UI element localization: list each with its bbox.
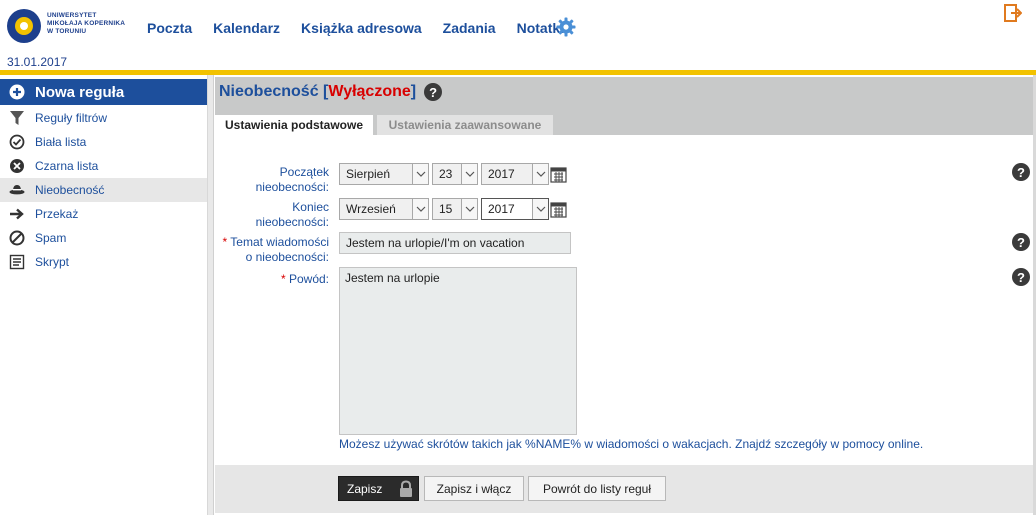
sidebar-item-vacation[interactable]: Nieobecność bbox=[0, 178, 207, 202]
script-icon bbox=[9, 254, 25, 270]
chevron-down-icon bbox=[532, 199, 548, 219]
subject-input[interactable]: Jestem na urlopie/I'm on vacation bbox=[339, 232, 571, 254]
page-title: Nieobecność bbox=[219, 83, 319, 100]
sidebar-item-label: Przekaż bbox=[35, 207, 79, 221]
x-circle-icon bbox=[9, 158, 25, 174]
status-badge: Wyłączone bbox=[328, 83, 411, 100]
sidebar-item-label: Nieobecność bbox=[35, 183, 105, 197]
status-bracket-open: [ bbox=[318, 83, 329, 100]
check-circle-icon bbox=[9, 134, 25, 150]
start-day-select[interactable]: 23 bbox=[432, 163, 478, 185]
forbidden-icon bbox=[9, 230, 25, 246]
save-and-enable-button[interactable]: Zapisz i włącz bbox=[424, 476, 524, 501]
logo-line-2: MIKOŁAJA KOPERNIKA bbox=[47, 20, 126, 27]
page-title-bar: Nieobecność [ Wyłączone ] ? bbox=[215, 77, 1033, 107]
logout-icon[interactable] bbox=[1004, 4, 1022, 22]
end-day-select[interactable]: 15 bbox=[432, 198, 478, 220]
end-month-value: Wrzesień bbox=[346, 202, 396, 216]
vacation-hat-icon bbox=[9, 182, 25, 198]
nav-poczta[interactable]: Poczta bbox=[147, 20, 192, 36]
help-icon[interactable]: ? bbox=[1012, 163, 1030, 181]
start-month-value: Sierpień bbox=[346, 167, 391, 181]
subject-label: * Temat wiadomości o nieobecności: bbox=[215, 235, 330, 265]
help-icon[interactable]: ? bbox=[424, 83, 443, 101]
sidebar-item-whitelist[interactable]: Biała lista bbox=[0, 130, 207, 154]
sidebar-resize-handle[interactable] bbox=[208, 75, 214, 515]
sidebar-item-label: Czarna lista bbox=[35, 159, 99, 173]
sidebar-item-label: Biała lista bbox=[35, 135, 87, 149]
nav-zadania[interactable]: Zadania bbox=[443, 20, 496, 36]
save-button[interactable]: Zapisz bbox=[338, 476, 419, 501]
start-year-value: 2017 bbox=[488, 167, 515, 181]
chevron-down-icon bbox=[412, 164, 428, 184]
logo-line-3: W TORUNIU bbox=[47, 28, 87, 35]
sidebar: Nowa reguła Reguły filtrów Biała lista C… bbox=[0, 75, 208, 515]
sidebar-item-script[interactable]: Skrypt bbox=[0, 250, 207, 274]
start-year-select[interactable]: 2017 bbox=[481, 163, 549, 185]
reason-label: * Powód: bbox=[215, 272, 329, 287]
end-year-value: 2017 bbox=[488, 202, 515, 216]
status-bracket-close: ] bbox=[410, 83, 417, 100]
arrow-right-icon bbox=[9, 206, 25, 222]
reason-textarea[interactable]: Jestem na urlopie bbox=[339, 267, 577, 435]
help-icon[interactable]: ? bbox=[1012, 268, 1030, 286]
start-date-label-line-1: Początek bbox=[279, 165, 329, 179]
new-rule-button[interactable]: Nowa reguła bbox=[0, 79, 207, 105]
required-marker: * bbox=[280, 272, 286, 286]
end-year-select[interactable]: 2017 bbox=[481, 198, 549, 220]
app-header: UNIWERSYTET MIKOŁAJA KOPERNIKA W TORUNIU… bbox=[0, 0, 1036, 70]
chevron-down-icon bbox=[412, 199, 428, 219]
subject-label-text-1: Temat wiadomości bbox=[230, 235, 329, 249]
calendar-icon[interactable] bbox=[550, 201, 567, 218]
tab-advanced-settings[interactable]: Ustawienia zaawansowane bbox=[377, 115, 553, 135]
sidebar-item-forward[interactable]: Przekaż bbox=[0, 202, 207, 226]
end-date-label: Koniec nieobecności: bbox=[245, 200, 329, 230]
subject-label-line-2: o nieobecności: bbox=[245, 250, 329, 264]
sidebar-item-spam[interactable]: Spam bbox=[0, 226, 207, 250]
top-navigation: Poczta Kalendarz Książka adresowa Zadani… bbox=[147, 20, 585, 36]
plus-circle-icon bbox=[9, 84, 25, 100]
chevron-down-icon bbox=[461, 164, 477, 184]
chevron-down-icon bbox=[532, 164, 548, 184]
sidebar-item-blacklist[interactable]: Czarna lista bbox=[0, 154, 207, 178]
vacation-form: Początek nieobecności: Sierpień 23 2017 … bbox=[215, 135, 1033, 465]
sidebar-item-label: Spam bbox=[35, 231, 67, 245]
logo-line-1: UNIWERSYTET bbox=[47, 12, 97, 19]
back-to-rules-button[interactable]: Powrót do listy reguł bbox=[528, 476, 666, 501]
end-month-select[interactable]: Wrzesień bbox=[339, 198, 429, 220]
end-date-label-line-1: Koniec bbox=[292, 200, 329, 214]
start-date-label-line-2: nieobecności: bbox=[255, 180, 329, 194]
required-marker: * bbox=[222, 235, 228, 249]
start-day-value: 23 bbox=[439, 167, 453, 181]
form-footer: Zapisz Zapisz i włącz Powrót do listy re… bbox=[215, 465, 1033, 513]
sidebar-item-label: Reguły filtrów bbox=[35, 111, 108, 125]
tab-strip: Ustawienia podstawowe Ustawienia zaawans… bbox=[215, 107, 1033, 135]
tab-basic-settings[interactable]: Ustawienia podstawowe bbox=[215, 115, 373, 135]
sidebar-item-filter-rules[interactable]: Reguły filtrów bbox=[0, 106, 207, 130]
reason-label-text: Powód: bbox=[288, 272, 329, 286]
filter-icon bbox=[9, 110, 25, 126]
help-icon[interactable]: ? bbox=[1012, 233, 1030, 251]
logo-text: UNIWERSYTET MIKOŁAJA KOPERNIKA W TORUNIU bbox=[47, 12, 125, 36]
nav-ksiazka-adresowa[interactable]: Książka adresowa bbox=[301, 20, 422, 36]
new-rule-label: Nowa reguła bbox=[35, 83, 125, 101]
calendar-icon[interactable] bbox=[550, 166, 567, 183]
save-button-label: Zapisz bbox=[347, 481, 383, 496]
current-date: 31.01.2017 bbox=[7, 55, 68, 69]
end-day-value: 15 bbox=[439, 202, 453, 216]
gear-icon[interactable] bbox=[556, 17, 576, 37]
end-date-label-line-2: nieobecności: bbox=[255, 215, 329, 229]
variables-hint: Możesz używać skrótów takich jak %NAME% … bbox=[339, 437, 924, 451]
lock-icon bbox=[400, 480, 412, 497]
start-month-select[interactable]: Sierpień bbox=[339, 163, 429, 185]
start-date-label: Początek nieobecności: bbox=[245, 165, 329, 195]
main-panel: Nieobecność [ Wyłączone ] ? Ustawienia p… bbox=[215, 75, 1036, 515]
sidebar-item-label: Skrypt bbox=[35, 255, 70, 269]
university-logo[interactable] bbox=[6, 8, 42, 44]
nav-kalendarz[interactable]: Kalendarz bbox=[213, 20, 280, 36]
chevron-down-icon bbox=[461, 199, 477, 219]
subject-label-line-1: * Temat wiadomości bbox=[215, 235, 330, 250]
